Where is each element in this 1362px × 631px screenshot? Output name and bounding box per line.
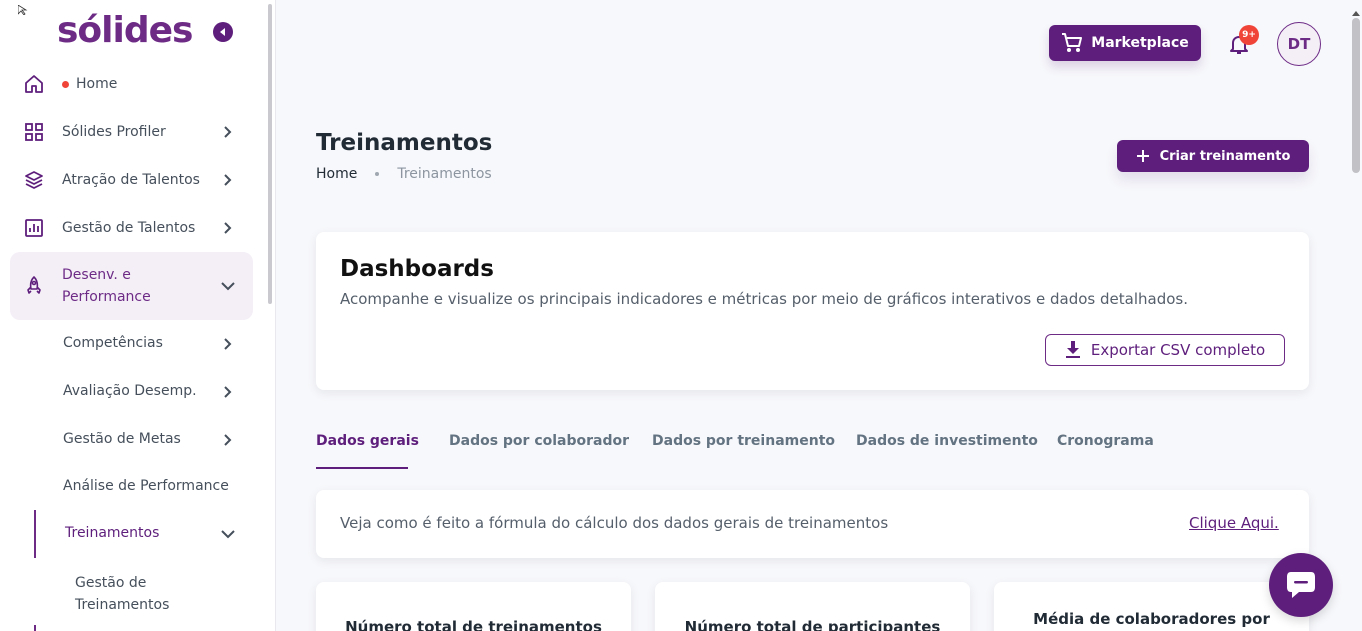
layers-icon (24, 170, 44, 190)
breadcrumb-home[interactable]: Home (316, 166, 357, 182)
metric-label: Média de colaboradores por (1033, 610, 1270, 628)
tab-dados-gerais[interactable]: Dados gerais (316, 433, 419, 449)
rocket-icon (24, 276, 44, 296)
sidebar-subitem-gestao-treinamentos[interactable]: Gestão de Treinamentos (75, 572, 169, 616)
formula-card: Veja como é feito a fórmula do cálculo d… (316, 490, 1309, 558)
page-title: Treinamentos (316, 130, 493, 156)
chevron-right-icon (220, 336, 236, 352)
sidebar-item-atracao-talentos[interactable]: Atração de Talentos (10, 158, 253, 202)
sidebar-item-label: Atração de Talentos (62, 172, 200, 188)
sidebar-subitem-avaliacao-desemp[interactable]: Avaliação Desemp. (63, 383, 197, 399)
sidebar-item-home[interactable]: Home (10, 62, 253, 106)
marketplace-button[interactable]: Marketplace (1049, 25, 1201, 61)
sidebar-item-label: Desenv. e Performance (62, 267, 151, 305)
tab-dados-investimento[interactable]: Dados de investimento (856, 433, 1038, 449)
export-csv-label: Exportar CSV completo (1090, 341, 1266, 359)
notification-badge: 9+ (1239, 25, 1259, 45)
sidebar-scrollbar[interactable] (268, 4, 272, 304)
caret-left-icon (220, 28, 225, 36)
metric-card-total-treinamentos: Número total de treinamentos (316, 582, 631, 631)
active-indicator (34, 510, 36, 558)
page-scrollbar[interactable] (1352, 18, 1360, 173)
sidebar-subitem-analise-performance[interactable]: Análise de Performance (63, 478, 229, 494)
formula-link[interactable]: Clique Aqui. (1189, 514, 1279, 532)
metric-card-media-colaboradores: Média de colaboradores por (994, 582, 1309, 631)
chevron-right-icon (220, 384, 236, 400)
solides-logo: sólides (57, 10, 193, 51)
grid-icon (24, 122, 44, 142)
tree-connector (34, 625, 36, 631)
cart-icon (1062, 33, 1083, 52)
formula-text: Veja como é feito a fórmula do cálculo d… (340, 514, 889, 532)
sidebar-subitem-gestao-metas[interactable]: Gestão de Metas (63, 431, 181, 447)
create-training-label: Criar treinamento (1159, 148, 1291, 164)
create-training-button[interactable]: Criar treinamento (1117, 140, 1309, 172)
sidebar-item-label: Home (62, 76, 117, 92)
chevron-right-icon (220, 220, 236, 236)
metric-label: Número total de treinamentos (345, 618, 602, 631)
sidebar: sólides Home Sólides Profiler Atração de… (0, 0, 276, 631)
bar-chart-icon (24, 218, 44, 238)
chevron-down-icon (220, 526, 236, 542)
scroll-up-icon[interactable] (1352, 2, 1360, 16)
chevron-right-icon (220, 432, 236, 448)
sidebar-item-desenv-performance[interactable]: Desenv. e Performance (10, 252, 253, 320)
sidebar-item-gestao-talentos[interactable]: Gestão de Talentos (10, 206, 253, 250)
breadcrumb: Home Treinamentos (316, 166, 492, 182)
marketplace-label: Marketplace (1091, 35, 1189, 51)
dashboard-title: Dashboards (340, 256, 494, 282)
breadcrumb-separator (375, 172, 380, 176)
mouse-cursor-icon (17, 0, 30, 16)
sidebar-subitem-treinamentos[interactable]: Treinamentos (65, 525, 159, 541)
plus-icon (1136, 150, 1149, 162)
chevron-right-icon (220, 172, 236, 188)
sidebar-collapse-button[interactable] (213, 22, 233, 42)
tab-cronograma[interactable]: Cronograma (1057, 433, 1154, 449)
metric-card-total-participantes: Número total de participantes (655, 582, 970, 631)
tab-active-indicator (316, 467, 408, 469)
home-icon (24, 74, 44, 94)
dashboard-subtitle: Acompanhe e visualize os principais indi… (340, 290, 1188, 308)
chat-bubble-icon (1287, 572, 1315, 598)
sidebar-item-label: Sólides Profiler (62, 124, 166, 140)
tab-dados-colaborador[interactable]: Dados por colaborador (449, 433, 629, 449)
status-dot (62, 81, 69, 88)
chat-button[interactable] (1269, 553, 1333, 617)
breadcrumb-current: Treinamentos (397, 166, 492, 182)
export-csv-button[interactable]: Exportar CSV completo (1045, 334, 1285, 366)
download-icon (1065, 341, 1080, 358)
sidebar-item-label: Gestão de Talentos (62, 220, 196, 236)
chevron-right-icon (220, 124, 236, 140)
dashboard-card: Dashboards Acompanhe e visualize os prin… (316, 232, 1309, 390)
sidebar-item-solides-profiler[interactable]: Sólides Profiler (10, 110, 253, 154)
avatar[interactable]: DT (1277, 22, 1321, 66)
tab-dados-treinamento[interactable]: Dados por treinamento (652, 433, 835, 449)
metric-label: Número total de participantes (684, 618, 941, 631)
sidebar-subitem-competencias[interactable]: Competências (63, 335, 163, 351)
chevron-down-icon (220, 278, 236, 294)
